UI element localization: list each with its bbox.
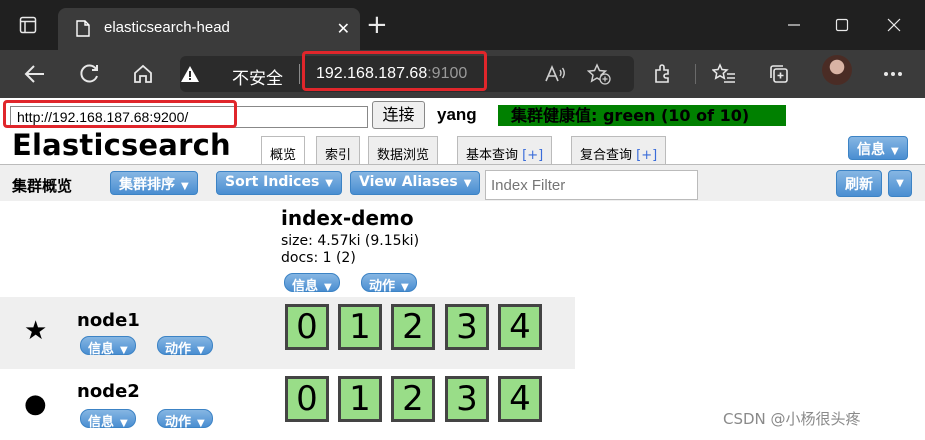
app-title: Elasticsearch (12, 128, 231, 162)
node-action-label: 动作 (165, 415, 192, 430)
index-filter-input[interactable] (485, 170, 698, 200)
tab-indices[interactable]: 索引 (316, 136, 361, 164)
tab-basic-query[interactable]: 基本查询 [+] (457, 136, 553, 164)
node-action-button[interactable]: 动作 ▼ (157, 409, 213, 430)
more-options-icon[interactable] (878, 59, 908, 89)
chevron-down-icon: ▼ (181, 181, 189, 192)
tab-browser[interactable]: 数据浏览 (368, 136, 439, 164)
extensions-icon[interactable] (648, 59, 678, 89)
favorites-icon[interactable] (709, 59, 739, 89)
close-tab-icon[interactable]: ✕ (337, 19, 350, 38)
shard-cell[interactable]: 2 (391, 304, 435, 350)
sidebar-toggle-icon[interactable] (4, 0, 52, 50)
maximize-icon[interactable] (818, 0, 866, 50)
shard-cell[interactable]: 0 (285, 376, 329, 422)
node-info-button[interactable]: 信息 ▼ (80, 336, 136, 357)
sort-indices-label: Sort Indices (225, 174, 320, 190)
sort-indices-button[interactable]: Sort Indices ▼ (216, 171, 342, 195)
chevron-down-icon: ▼ (120, 418, 128, 429)
tab-label: 基本查询 (466, 148, 519, 163)
chevron-down-icon: ▼ (891, 146, 899, 157)
tab-title: elasticsearch-head (104, 19, 230, 36)
cluster-name: yang (437, 105, 477, 124)
watermark: CSDN @小杨很头疼 (723, 410, 861, 428)
shard-cell[interactable]: 4 (498, 304, 542, 350)
node-name: node1 (77, 310, 140, 331)
shard-cell[interactable]: 4 (498, 376, 542, 422)
tab-label: 概览 (270, 148, 297, 163)
shard-cell[interactable]: 3 (445, 304, 489, 350)
shard-cell[interactable]: 2 (391, 376, 435, 422)
elasticsearch-head-page: 连接 yang 集群健康值: green (10 of 10) Elastics… (0, 98, 925, 440)
index-name: index-demo (281, 206, 414, 230)
sort-cluster-button[interactable]: 集群排序 ▼ (110, 171, 198, 195)
tab-add-icon[interactable]: [+] (522, 148, 543, 163)
chevron-down-icon: ▼ (197, 418, 205, 429)
refresh-button[interactable]: 刷新 (836, 170, 882, 197)
shard-cell[interactable]: 3 (445, 376, 489, 422)
node-dot-icon: ● (24, 389, 47, 419)
info-menu-button[interactable]: 信息 ▼ (848, 136, 908, 160)
chevron-down-icon: ▼ (324, 282, 332, 293)
index-docs: docs: 1 (2) (281, 250, 356, 266)
cluster-health-badge: 集群健康值: green (10 of 10) (498, 105, 786, 126)
view-aliases-label: View Aliases (359, 174, 458, 190)
node-name: node2 (77, 381, 140, 402)
chevron-down-icon: ▼ (120, 345, 128, 356)
tab-overview[interactable]: 概览 (261, 136, 306, 165)
cluster-overview-label: 集群概览 (12, 177, 73, 195)
chevron-down-icon: ▼ (401, 282, 409, 293)
active-browser-tab[interactable]: elasticsearch-head ✕ (58, 8, 360, 50)
tab-label: 索引 (325, 148, 352, 163)
chevron-down-icon[interactable]: ▼ (888, 170, 912, 197)
back-icon[interactable] (20, 59, 50, 89)
tab-compound-query[interactable]: 复合查询 [+] (571, 136, 667, 164)
connect-button[interactable]: 连接 (372, 101, 425, 129)
index-size: size: 4.57ki (9.15ki) (281, 233, 420, 249)
profile-avatar[interactable] (822, 55, 852, 85)
connection-highlight-box (3, 100, 237, 128)
minimize-icon[interactable] (770, 0, 818, 50)
node-action-label: 动作 (165, 342, 192, 357)
tab-add-icon[interactable]: [+] (636, 148, 657, 163)
new-tab-icon[interactable]: + (366, 10, 388, 40)
node-action-button[interactable]: 动作 ▼ (157, 336, 213, 357)
chevron-down-icon: ▼ (197, 345, 205, 356)
toolbar-divider (695, 64, 696, 84)
info-menu-label: 信息 (857, 142, 885, 158)
tab-label: 数据浏览 (377, 148, 430, 163)
node-row: ● node2 信息 ▼ 动作 ▼ 0 1 2 3 4 (0, 369, 575, 440)
read-aloud-icon[interactable] (540, 59, 570, 89)
address-divider (299, 64, 300, 84)
warning-icon (180, 65, 200, 87)
sort-cluster-label: 集群排序 (119, 177, 175, 193)
chevron-down-icon: ▼ (325, 178, 333, 189)
node-row: ★ node1 信息 ▼ 动作 ▼ 0 1 2 3 4 (0, 297, 575, 369)
address-highlight-box (302, 51, 487, 91)
tab-label: 复合查询 (580, 148, 633, 163)
chevron-down-icon: ▼ (463, 178, 472, 189)
home-icon[interactable] (128, 59, 158, 89)
index-action-label: 动作 (369, 279, 396, 294)
browser-tab-strip: elasticsearch-head ✕ + (0, 0, 925, 50)
view-aliases-button[interactable]: View Aliases ▼ (350, 171, 481, 195)
node-info-label: 信息 (88, 415, 115, 430)
page-favicon-icon (76, 20, 90, 41)
node-info-label: 信息 (88, 342, 115, 357)
node-info-button[interactable]: 信息 ▼ (80, 409, 136, 430)
master-star-icon: ★ (24, 316, 48, 346)
index-action-button[interactable]: 动作 ▼ (361, 273, 417, 294)
index-info-label: 信息 (292, 279, 319, 294)
shard-cell[interactable]: 1 (338, 304, 382, 350)
security-status[interactable]: 不安全 (232, 64, 283, 89)
index-info-button[interactable]: 信息 ▼ (284, 273, 340, 294)
reload-icon[interactable] (74, 59, 104, 89)
shard-cell[interactable]: 1 (338, 376, 382, 422)
collections-icon[interactable] (764, 59, 794, 89)
add-favorite-icon[interactable] (584, 59, 614, 89)
shard-cell[interactable]: 0 (285, 304, 329, 350)
close-window-icon[interactable] (870, 0, 918, 50)
